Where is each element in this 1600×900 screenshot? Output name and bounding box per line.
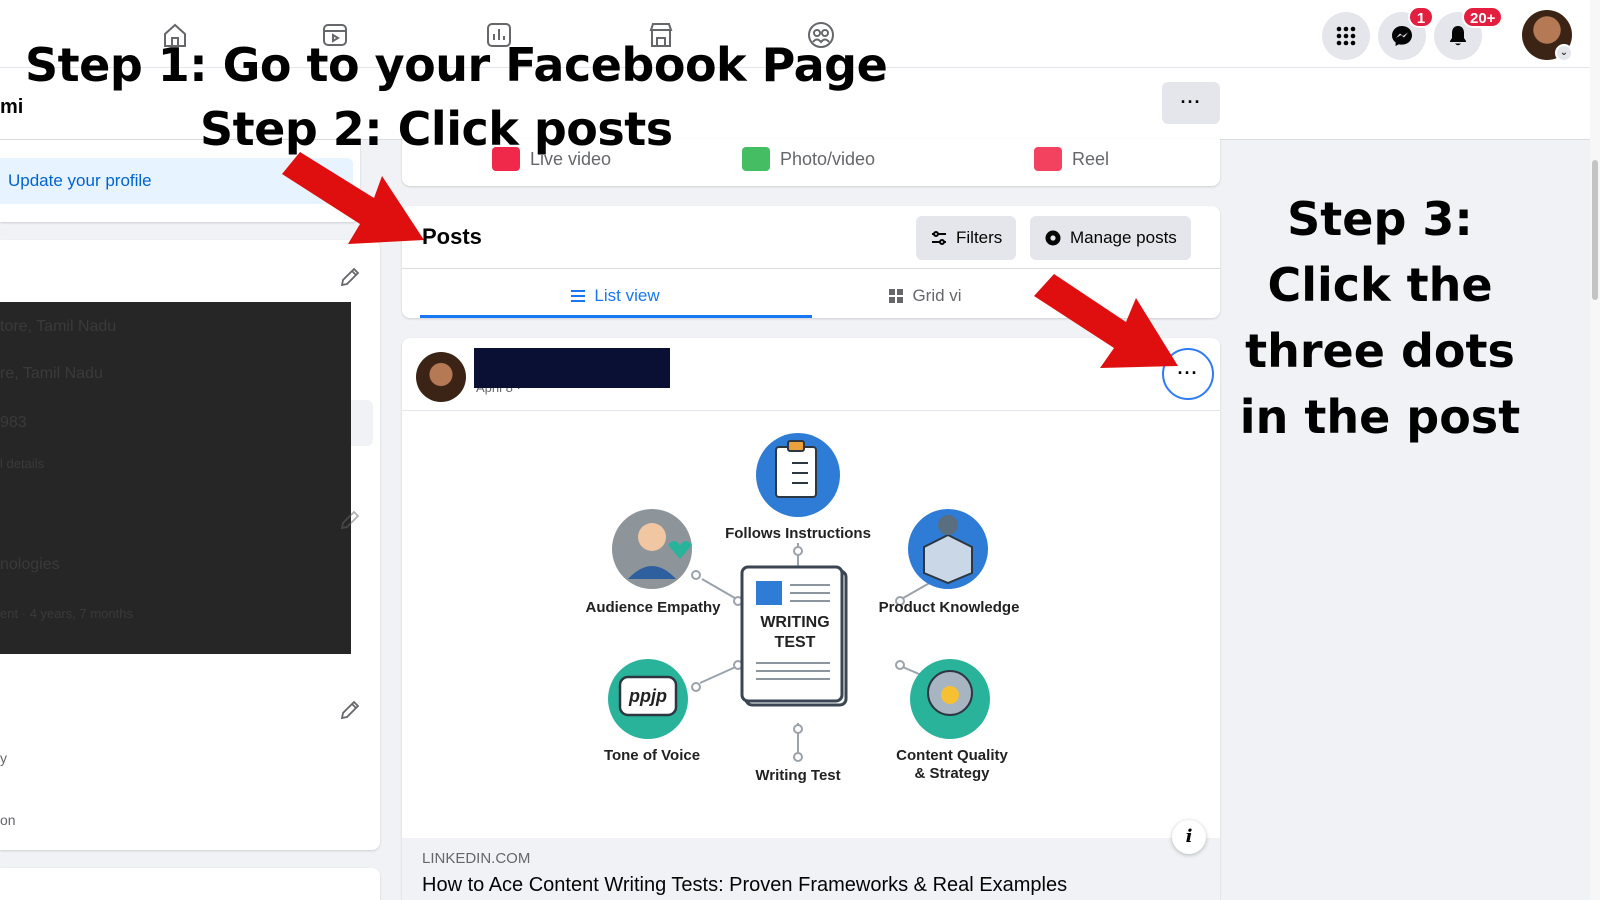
post-author-avatar[interactable] (416, 352, 466, 402)
page-more-button[interactable]: ··· (1162, 82, 1220, 124)
messenger-badge: 1 (1408, 6, 1434, 28)
grid-icon (889, 289, 904, 303)
annotation-arrow-three-dots (1034, 274, 1178, 368)
detail-line: ent · 4 years, 7 months (0, 606, 133, 621)
tab-grid-view[interactable]: Grid vi (810, 274, 1040, 318)
annotation-arrow-posts (282, 152, 424, 244)
detail-line: y (0, 750, 7, 766)
photo-video-button[interactable]: Photo/video (742, 143, 875, 175)
redacted-details-block (0, 302, 351, 654)
redacted-author-name (474, 348, 670, 388)
edit-pencil-icon[interactable] (338, 698, 362, 722)
detail-line: l details (0, 456, 45, 471)
posts-title: Posts (422, 224, 482, 249)
reel-button[interactable]: Reel (1034, 143, 1109, 175)
detail-line: on (0, 812, 16, 828)
infographic-label-bottom: Writing Test (755, 767, 841, 784)
edit-pencil-icon[interactable] (338, 508, 362, 532)
infographic-label-right-bottom: Content Quality & Strategy (896, 747, 1008, 782)
link-title[interactable]: How to Ace Content Writing Tests: Proven… (422, 874, 1067, 897)
annotation-step-1: Step 1: Go to your Facebook Page (25, 38, 888, 92)
scrollbar[interactable] (1590, 0, 1600, 900)
notifications-icon[interactable]: 20+ (1434, 6, 1504, 60)
reel-label: Reel (1072, 148, 1110, 169)
post-card: April 8 · ··· (402, 338, 1220, 900)
reel-icon (1034, 147, 1062, 171)
filters-label: Filters (956, 228, 1003, 247)
tab-grid-label: Grid vi (912, 286, 962, 305)
detail-line: nologies (0, 556, 60, 573)
detail-line: re, Tamil Nadu (0, 365, 103, 382)
page-name-fragment: mi (0, 96, 24, 118)
tab-list-label: List view (594, 286, 660, 305)
gear-icon (1045, 230, 1061, 246)
chevron-down-icon[interactable]: ⌄ (1555, 44, 1573, 62)
infographic-label-right-top: Product Knowledge (878, 599, 1020, 616)
filters-button[interactable]: Filters (916, 216, 1017, 260)
post-image-infographic[interactable]: Follows Instructions Audience Empathy Pr… (402, 410, 1220, 838)
notifications-badge: 20+ (1462, 6, 1504, 28)
infographic-center-label: WRITING TEST (760, 614, 830, 651)
detail-row-bg (351, 400, 373, 446)
detail-line: tore, Tamil Nadu (0, 318, 117, 335)
link-domain: LINKEDIN.COM (422, 850, 531, 867)
active-tab-indicator (420, 315, 812, 318)
annotation-step-3: Step 3: Click the three dots in the post (1239, 192, 1521, 444)
infographic-label-left-bottom: Tone of Voice (603, 747, 701, 764)
link-preview[interactable]: LINKEDIN.COM How to Ace Content Writing … (402, 838, 1220, 900)
filters-icon (932, 231, 946, 245)
list-icon (571, 290, 586, 302)
detail-line: 983 (0, 414, 27, 431)
manage-posts-button[interactable]: Manage posts (1030, 216, 1191, 260)
photo-icon (742, 147, 770, 171)
messenger-icon[interactable]: 1 (1378, 6, 1434, 60)
edit-pencil-icon[interactable] (338, 265, 362, 289)
annotation-step-2: Step 2: Click posts (200, 102, 673, 156)
next-card (0, 868, 380, 900)
infographic-label-top: Follows Instructions (725, 525, 871, 542)
tab-list-view[interactable]: List view (420, 274, 810, 318)
infographic-bubble-text: ppjp (629, 686, 667, 706)
scrollbar-thumb[interactable] (1592, 160, 1598, 300)
infographic-label-left-top: Audience Empathy (585, 599, 721, 616)
apps-grid-icon[interactable] (1322, 12, 1370, 60)
info-icon[interactable]: i (1172, 820, 1206, 854)
manage-posts-label: Manage posts (1070, 228, 1177, 247)
photo-video-label: Photo/video (780, 148, 876, 169)
